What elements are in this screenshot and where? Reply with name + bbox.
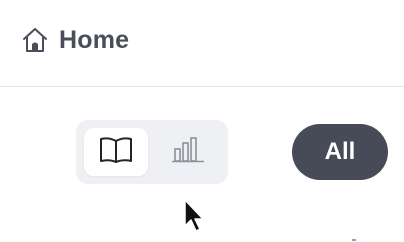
home-icon: [21, 26, 49, 54]
page: Home All: [0, 0, 404, 242]
bar-chart-icon: [170, 135, 206, 170]
header: Home: [0, 0, 404, 86]
view-toggle: [76, 120, 228, 184]
all-filter-button[interactable]: All: [292, 124, 388, 180]
book-view-button[interactable]: [84, 128, 148, 176]
book-icon: [98, 135, 134, 170]
header-divider: [0, 86, 404, 87]
home-link[interactable]: Home: [21, 22, 129, 58]
divider-fragment: [352, 239, 356, 241]
mouse-pointer-icon: [183, 198, 207, 236]
home-label: Home: [59, 26, 130, 54]
chart-view-button[interactable]: [156, 128, 220, 176]
